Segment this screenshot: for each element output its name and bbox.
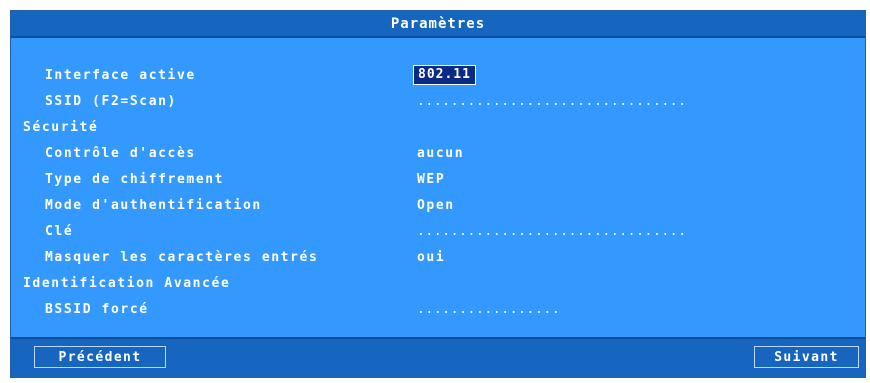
section-heading: Identification Avancée [23, 275, 231, 291]
field-label: Clé [45, 223, 74, 239]
auth-mode-select[interactable]: Open [417, 198, 455, 213]
field-label: Mode d'authentification [45, 197, 262, 213]
field-label: Type de chiffrement [45, 171, 225, 187]
field-bssid: BSSID forcé ................. [11, 296, 865, 322]
field-hide-chars: Masquer les caractères entrés oui [11, 244, 865, 270]
encryption-type-select[interactable]: WEP [417, 172, 445, 187]
field-label: BSSID forcé [45, 301, 149, 317]
field-key: Clé ................................ [11, 218, 865, 244]
section-advanced-identification: Identification Avancée [11, 270, 865, 296]
next-button[interactable]: Suivant [754, 346, 859, 368]
field-label: SSID (F2=Scan) [45, 93, 177, 109]
field-label: Contrôle d'accès [45, 145, 196, 161]
section-heading: Sécurité [23, 119, 99, 135]
hide-chars-select[interactable]: oui [417, 250, 445, 265]
field-auth-mode: Mode d'authentification Open [11, 192, 865, 218]
previous-button[interactable]: Précédent [34, 346, 166, 368]
field-access-control: Contrôle d'accès aucun [11, 140, 865, 166]
field-label: Masquer les caractères entrés [45, 249, 319, 265]
field-ssid: SSID (F2=Scan) .........................… [11, 88, 865, 114]
access-control-select[interactable]: aucun [417, 146, 464, 161]
field-encryption-type: Type de chiffrement WEP [11, 166, 865, 192]
field-label: Interface active [45, 67, 196, 83]
key-input[interactable]: ................................ [417, 224, 687, 239]
field-interface-active: Interface active 802.11 [11, 62, 865, 88]
settings-dialog: Paramètres Interface active 802.11 SSID … [10, 10, 866, 378]
dialog-title: Paramètres [11, 11, 865, 38]
button-bar: Précédent Suivant [11, 337, 865, 377]
interface-active-select[interactable]: 802.11 [413, 65, 476, 85]
ssid-input[interactable]: ................................ [417, 94, 687, 109]
section-security: Sécurité [11, 114, 865, 140]
bssid-input[interactable]: ................. [417, 302, 560, 317]
